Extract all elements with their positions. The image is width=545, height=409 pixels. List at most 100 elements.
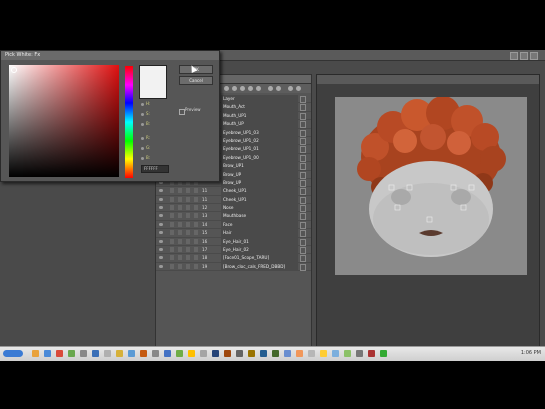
hex-input[interactable]: FFFFFF [141,165,169,173]
layer-option-cell[interactable] [194,188,198,194]
visibility-eye-icon[interactable] [159,214,163,218]
layer-option-cell[interactable] [186,205,190,211]
layer-option-cell[interactable] [178,230,182,236]
settings-icon[interactable] [256,86,261,91]
layer-row[interactable]: 18 [Face01_Scope_TARU] [156,254,311,263]
layer-option-cell[interactable] [170,188,174,194]
taskbar-app-icon[interactable] [284,350,291,357]
layer-option-cell[interactable] [186,196,190,202]
preview-viewport[interactable] [316,74,540,360]
layer-checkbox[interactable] [300,263,306,271]
layer-option-cell[interactable] [178,238,182,244]
layer-option-cell[interactable] [186,188,190,194]
taskbar-app-icon[interactable] [212,350,219,357]
green-field[interactable]: G: [141,145,163,151]
layer-option-cell[interactable] [186,230,190,236]
hue-slider[interactable] [125,66,133,178]
layer-option-cell[interactable] [194,238,198,244]
taskbar-app-icon[interactable] [92,350,99,357]
taskbar-app-icon[interactable] [356,350,363,357]
taskbar-app-icon[interactable] [44,350,51,357]
brightness-field[interactable]: B: [141,121,163,127]
taskbar-app-icon[interactable] [152,350,159,357]
saturation-field[interactable]: S: [141,111,163,117]
lock-icon[interactable] [296,86,301,91]
move-down-icon[interactable] [276,86,281,91]
visibility-eye-icon[interactable] [159,197,163,201]
taskbar-app-icon[interactable] [260,350,267,357]
layer-row[interactable]: 15 Hair [156,229,311,238]
character-canvas[interactable] [335,96,527,275]
layer-row[interactable]: 17 Eye_Hair_02 [156,246,311,255]
layer-checkbox[interactable] [300,171,306,179]
layer-checkbox[interactable] [300,137,306,145]
color-selector-handle[interactable] [11,67,17,73]
taskbar-app-icon[interactable] [380,350,387,357]
taskbar-app-icon[interactable] [320,350,327,357]
layer-option-cell[interactable] [170,247,174,253]
layer-checkbox[interactable] [300,188,306,196]
layer-option-cell[interactable] [194,213,198,219]
layer-checkbox[interactable] [300,205,306,213]
taskbar-app-icon[interactable] [176,350,183,357]
visibility-eye-icon[interactable] [159,256,163,260]
layer-option-cell[interactable] [170,213,174,219]
layer-option-cell[interactable] [186,255,190,261]
visibility-eye-icon[interactable] [159,239,163,243]
taskbar-app-icon[interactable] [116,350,123,357]
layer-option-cell[interactable] [178,247,182,253]
visibility-eye-icon[interactable] [159,248,163,252]
taskbar-app-icon[interactable] [140,350,147,357]
layer-row[interactable]: 16 Eye_Hair_01 [156,237,311,247]
layer-row[interactable]: 19 [Brow_cloc_cals_FRED_DBBD] [156,262,311,272]
link-icon[interactable] [248,86,253,91]
layer-option-cell[interactable] [178,188,182,194]
visibility-eye-icon[interactable] [159,189,163,193]
layer-option-cell[interactable] [186,263,190,269]
taskbar-app-icon[interactable] [248,350,255,357]
layer-option-cell[interactable] [170,196,174,202]
layer-checkbox[interactable] [300,238,306,246]
taskbar-app-icon[interactable] [368,350,375,357]
taskbar-app-icon[interactable] [200,350,207,357]
layer-checkbox[interactable] [300,96,306,103]
layer-checkbox[interactable] [300,255,306,263]
close-button[interactable] [530,52,538,60]
taskbar-app-icon[interactable] [80,350,87,357]
layer-checkbox[interactable] [300,112,306,120]
taskbar-app-icon[interactable] [32,350,39,357]
taskbar-app-icon[interactable] [236,350,243,357]
taskbar-app-icon[interactable] [104,350,111,357]
hue-field[interactable]: H: [141,101,163,107]
layer-option-cell[interactable] [194,230,198,236]
layer-row[interactable]: 11 Cheek_UP1 [156,195,311,205]
maximize-button[interactable] [520,52,528,60]
taskbar-app-icon[interactable] [272,350,279,357]
taskbar-app-icon[interactable] [68,350,75,357]
taskbar-app-icon[interactable] [56,350,63,357]
layer-checkbox[interactable] [300,196,306,204]
taskbar-app-icon[interactable] [188,350,195,357]
layer-option-cell[interactable] [186,213,190,219]
layer-option-cell[interactable] [170,205,174,211]
visibility-eye-icon[interactable] [159,264,163,268]
layer-row[interactable]: 12 Nose [156,204,311,213]
taskbar-app-icon[interactable] [308,350,315,357]
taskbar-app-icon[interactable] [296,350,303,357]
layer-checkbox[interactable] [300,221,306,229]
layer-row[interactable]: 14 Face [156,220,311,230]
new-layer-icon[interactable] [224,86,229,91]
folder-icon[interactable] [240,86,245,91]
layer-option-cell[interactable] [178,213,182,219]
layer-checkbox[interactable] [300,154,306,162]
layer-option-cell[interactable] [170,255,174,261]
layer-option-cell[interactable] [178,221,182,227]
layer-row[interactable]: 13 Mouthbase [156,212,311,221]
visibility-eye-icon[interactable] [159,231,163,235]
layer-checkbox[interactable] [300,179,306,187]
layer-checkbox[interactable] [300,163,306,171]
taskbar-app-icon[interactable] [344,350,351,357]
taskbar-app-icon[interactable] [164,350,171,357]
layer-option-cell[interactable] [186,238,190,244]
layer-option-cell[interactable] [170,238,174,244]
